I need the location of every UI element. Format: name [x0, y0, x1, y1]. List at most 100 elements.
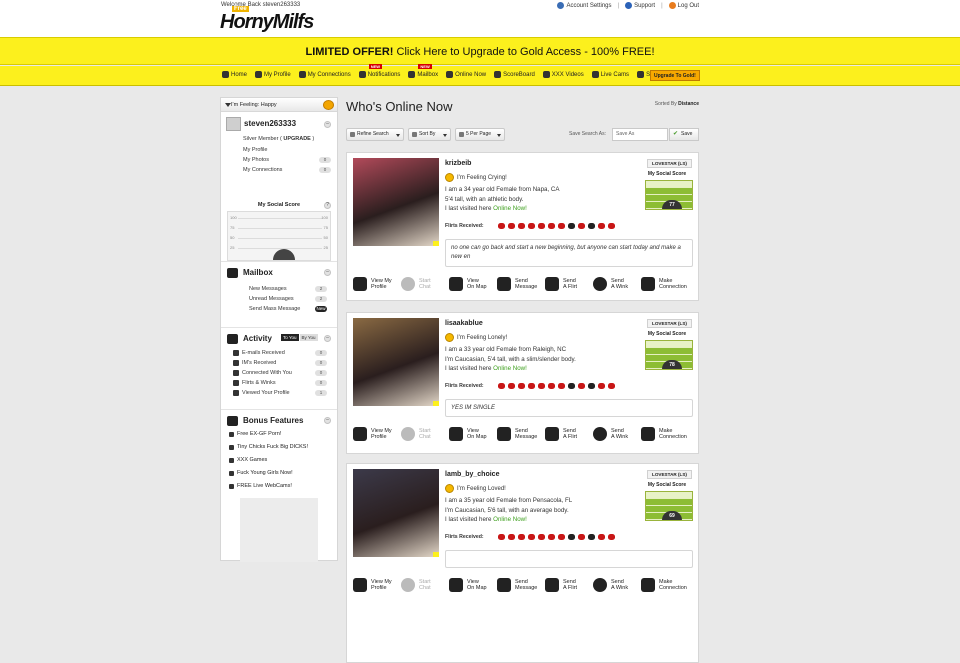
account-settings-link[interactable]: Account Settings	[557, 2, 612, 9]
flirt-icon	[517, 534, 525, 540]
send-wink-button[interactable]: Send A Wink	[593, 425, 641, 443]
count-badge: 0	[315, 350, 327, 356]
logout-link[interactable]: Log Out	[668, 2, 699, 10]
lovestar-badge[interactable]: LOVESTAR (LS)	[647, 470, 692, 479]
nav-item-mailbox[interactable]: Mailbox NEW	[408, 64, 438, 78]
mailbox-unread-messages[interactable]: Unread Messages 2	[227, 294, 333, 304]
start-chat-button[interactable]: Start Chat	[401, 275, 449, 293]
activity-connected-with-you[interactable]: Connected With You 0	[227, 368, 333, 378]
bonus-link[interactable]: Tiny Chicks Fuck Big DICKS!	[227, 441, 333, 454]
wink-icon	[593, 427, 607, 441]
flirt-icon	[567, 383, 575, 389]
send-flirt-button[interactable]: Send A Flirt	[545, 425, 593, 443]
profile-username[interactable]: lisaakablue	[445, 320, 483, 327]
nav-item-xxx-videos[interactable]: XXX Videos	[542, 71, 584, 78]
mailbox-send-mass-message[interactable]: Send Mass Message New	[227, 304, 333, 314]
per-page-dropdown[interactable]: 5 Per Page	[455, 128, 505, 141]
sidebar-item-label: My Photos	[243, 157, 269, 163]
nav-item-my-profile[interactable]: My Profile	[255, 71, 291, 78]
nav-label: Notifications	[367, 71, 401, 78]
sidebar-item-my-profile[interactable]: My Profile	[221, 145, 337, 155]
view-profile-button[interactable]: View My Profile	[353, 425, 401, 443]
sorted-value[interactable]: Distance	[678, 101, 699, 107]
nav-item-live-cams[interactable]: Live Cams	[591, 71, 629, 78]
save-search-input[interactable]: Save As	[612, 128, 668, 141]
collapse-icon[interactable]: –	[324, 269, 331, 276]
view-on-map-button[interactable]: View On Map	[449, 576, 497, 594]
video-icon	[542, 71, 550, 78]
tab-by-you[interactable]: By You	[299, 334, 318, 341]
count-badge: 0	[315, 360, 327, 366]
view-profile-button[interactable]: View My Profile	[353, 275, 401, 293]
activity-e-mails-received[interactable]: E-mails Received 0	[227, 348, 333, 358]
sidebar-username[interactable]: steven263333	[244, 119, 296, 128]
collapse-icon[interactable]: –	[324, 335, 331, 342]
tab-to-you[interactable]: To You	[281, 334, 299, 341]
activity-im-s-received[interactable]: IM's Received 0	[227, 358, 333, 368]
sort-by-dropdown[interactable]: Sort By	[408, 128, 451, 141]
bonus-link[interactable]: XXX Games	[227, 454, 333, 467]
send-message-button[interactable]: Send Message	[497, 275, 545, 293]
lovestar-badge[interactable]: LOVESTAR (LS)	[647, 319, 692, 328]
help-icon[interactable]: ?	[324, 202, 331, 209]
start-chat-button[interactable]: Start Chat	[401, 576, 449, 594]
nav-item-online-now[interactable]: Online Now	[446, 71, 486, 78]
upgrade-gold-button[interactable]: Upgrade To Gold!	[650, 70, 700, 81]
make-connection-button[interactable]: Make Connection	[641, 275, 689, 293]
refine-search-dropdown[interactable]: Refine Search	[346, 128, 404, 141]
view-on-map-button[interactable]: View On Map	[449, 275, 497, 293]
send-message-button[interactable]: Send Message	[497, 425, 545, 443]
collapse-icon[interactable]: –	[324, 121, 331, 128]
collapse-icon[interactable]: –	[324, 417, 331, 424]
activity-viewed-your-profile[interactable]: Viewed Your Profile 1	[227, 388, 333, 398]
profile-username[interactable]: lamb_by_choice	[445, 471, 499, 478]
save-search-button[interactable]: Save	[669, 128, 699, 141]
avatar[interactable]	[226, 117, 241, 131]
view-on-map-button[interactable]: View On Map	[449, 425, 497, 443]
site-logo[interactable]: Free HornyMilfs	[220, 6, 314, 34]
user-panel: steven263333 – Silver Member ( UPGRADE )…	[221, 112, 337, 262]
profile-photo[interactable]	[353, 158, 439, 246]
send-wink-button[interactable]: Send A Wink	[593, 576, 641, 594]
send-wink-button[interactable]: Send A Wink	[593, 275, 641, 293]
make-connection-button[interactable]: Make Connection	[641, 425, 689, 443]
send-flirt-button[interactable]: Send A Flirt	[545, 576, 593, 594]
view-profile-button[interactable]: View My Profile	[353, 576, 401, 594]
mailbox-new-messages[interactable]: New Messages 2	[227, 284, 333, 294]
bonus-link[interactable]: Fuck Young Girls Now!	[227, 467, 333, 480]
send-message-button[interactable]: Send Message	[497, 576, 545, 594]
logo-free-tag: Free	[232, 6, 249, 12]
nav-item-home[interactable]: Home	[222, 71, 247, 78]
send-flirt-button[interactable]: Send A Flirt	[545, 275, 593, 293]
online-status: Online Now!	[493, 516, 527, 523]
promo-banner[interactable]: LIMITED OFFER! Click Here to Upgrade to …	[0, 37, 960, 65]
profile-photo[interactable]	[353, 318, 439, 406]
flirts-label: Flirts Received:	[445, 223, 484, 229]
sidebar-ad[interactable]	[240, 498, 318, 562]
sorted-prefix: Sorted By	[654, 101, 679, 107]
bonus-link[interactable]: FREE Live WebCams!	[227, 480, 333, 493]
feeling-selector[interactable]: I'm Feeling: Happy	[221, 98, 337, 112]
activity-flirts-winks[interactable]: Flirts & Winks 0	[227, 378, 333, 388]
logout-label: Log Out	[677, 3, 699, 10]
nav-item-notifications[interactable]: Notifications NEW	[358, 64, 401, 78]
nav-item-my-connections[interactable]: My Connections	[298, 71, 351, 78]
profile-icon	[255, 71, 263, 78]
action-label: Send A Wink	[611, 428, 629, 440]
lovestar-badge[interactable]: LOVESTAR (LS)	[647, 159, 692, 168]
bonus-link[interactable]: Free EX-GF Porn!	[227, 428, 333, 441]
sidebar-item-my-connections[interactable]: My Connections 0	[221, 165, 337, 175]
sidebar-item-my-photos[interactable]: My Photos 0	[221, 155, 337, 165]
scoreboard-icon	[494, 71, 502, 78]
member-upgrade-link[interactable]: UPGRADE	[283, 136, 311, 142]
profile-card: lisaakablue I'm Feeling Lonely! I am a 33 …	[346, 312, 699, 454]
nav-item-scoreboard[interactable]: ScoreBoard	[494, 71, 535, 78]
map-icon	[449, 277, 463, 291]
flirt-icon	[527, 534, 535, 540]
start-chat-button[interactable]: Start Chat	[401, 425, 449, 443]
make-connection-button[interactable]: Make Connection	[641, 576, 689, 594]
profile-photo[interactable]	[353, 469, 439, 557]
support-link[interactable]: Support	[625, 2, 655, 9]
profile-username[interactable]: krizbeib	[445, 160, 471, 167]
flirt-icon	[547, 383, 555, 389]
